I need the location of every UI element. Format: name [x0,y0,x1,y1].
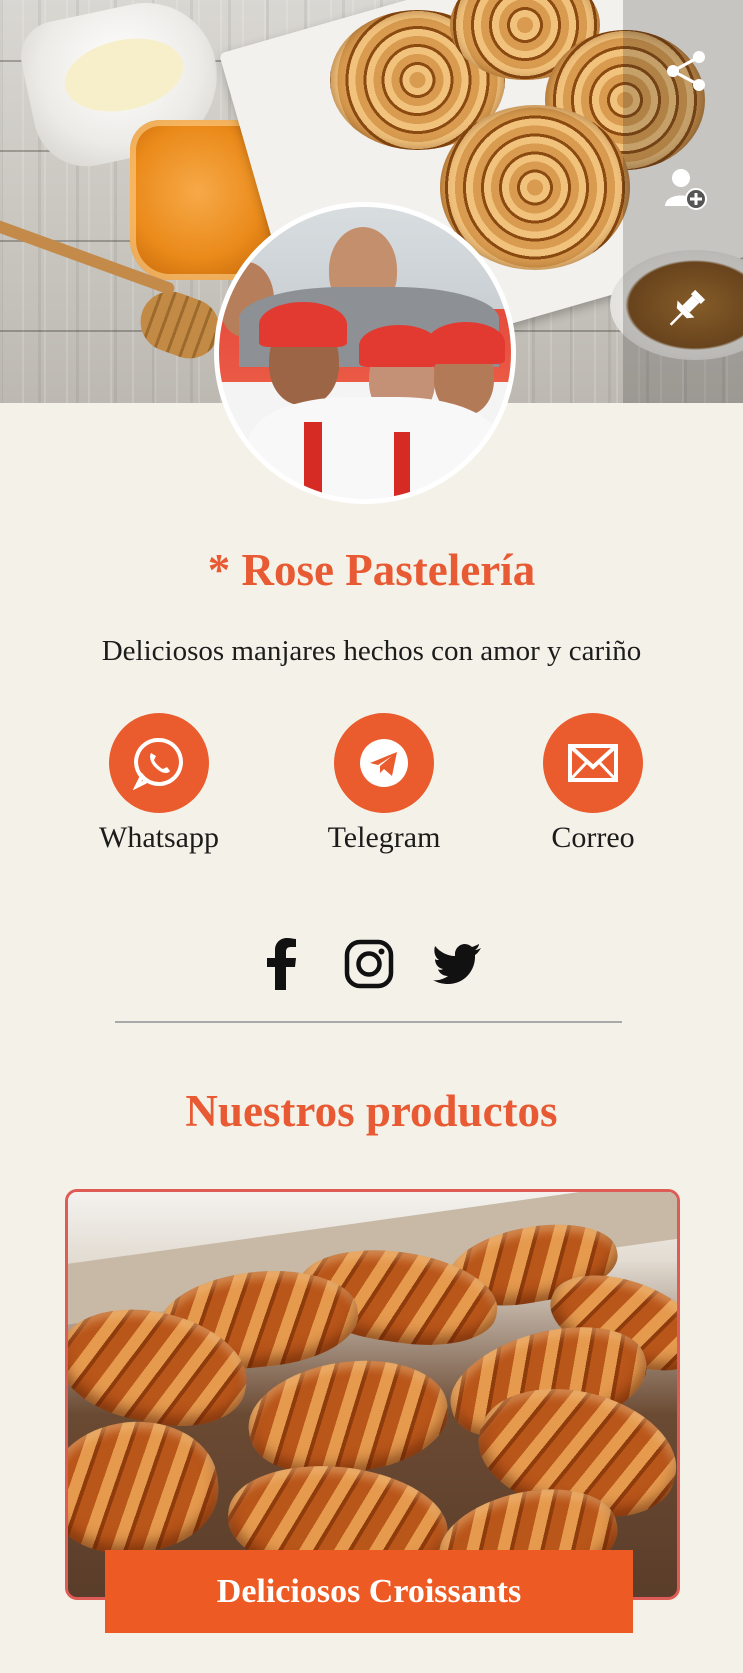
instagram-icon [344,939,394,989]
products-title: Nuestros productos [185,1086,558,1136]
product-label[interactable]: Deliciosos Croissants [105,1550,633,1633]
add-contact-button[interactable] [661,164,711,214]
share-icon [667,51,705,91]
twitter-icon [433,944,481,984]
email-button[interactable]: Correo [503,713,683,855]
twitter-link[interactable] [427,934,487,994]
telegram-label: Telegram [327,821,441,854]
whatsapp-label: Whatsapp [99,821,219,854]
business-tagline: Deliciosos manjares hechos con amor y ca… [101,635,642,667]
mail-icon [568,744,618,782]
share-button[interactable] [661,46,711,96]
whatsapp-button[interactable]: Whatsapp [69,713,249,855]
whatsapp-icon [132,737,183,790]
pin-icon [669,289,706,326]
section-divider [115,1021,622,1023]
instagram-link[interactable] [339,934,399,994]
telegram-button[interactable]: Telegram [294,713,474,855]
profile-avatar [214,202,516,504]
email-label: Correo [551,821,635,854]
add-contact-icon [665,169,707,210]
facebook-link[interactable] [251,934,311,994]
facebook-icon [267,938,296,990]
business-title: * Rose Pastelería [207,545,536,595]
pin-button[interactable] [661,284,711,334]
croissants-image [68,1192,677,1597]
telegram-icon [360,739,408,787]
product-card[interactable] [65,1189,680,1600]
